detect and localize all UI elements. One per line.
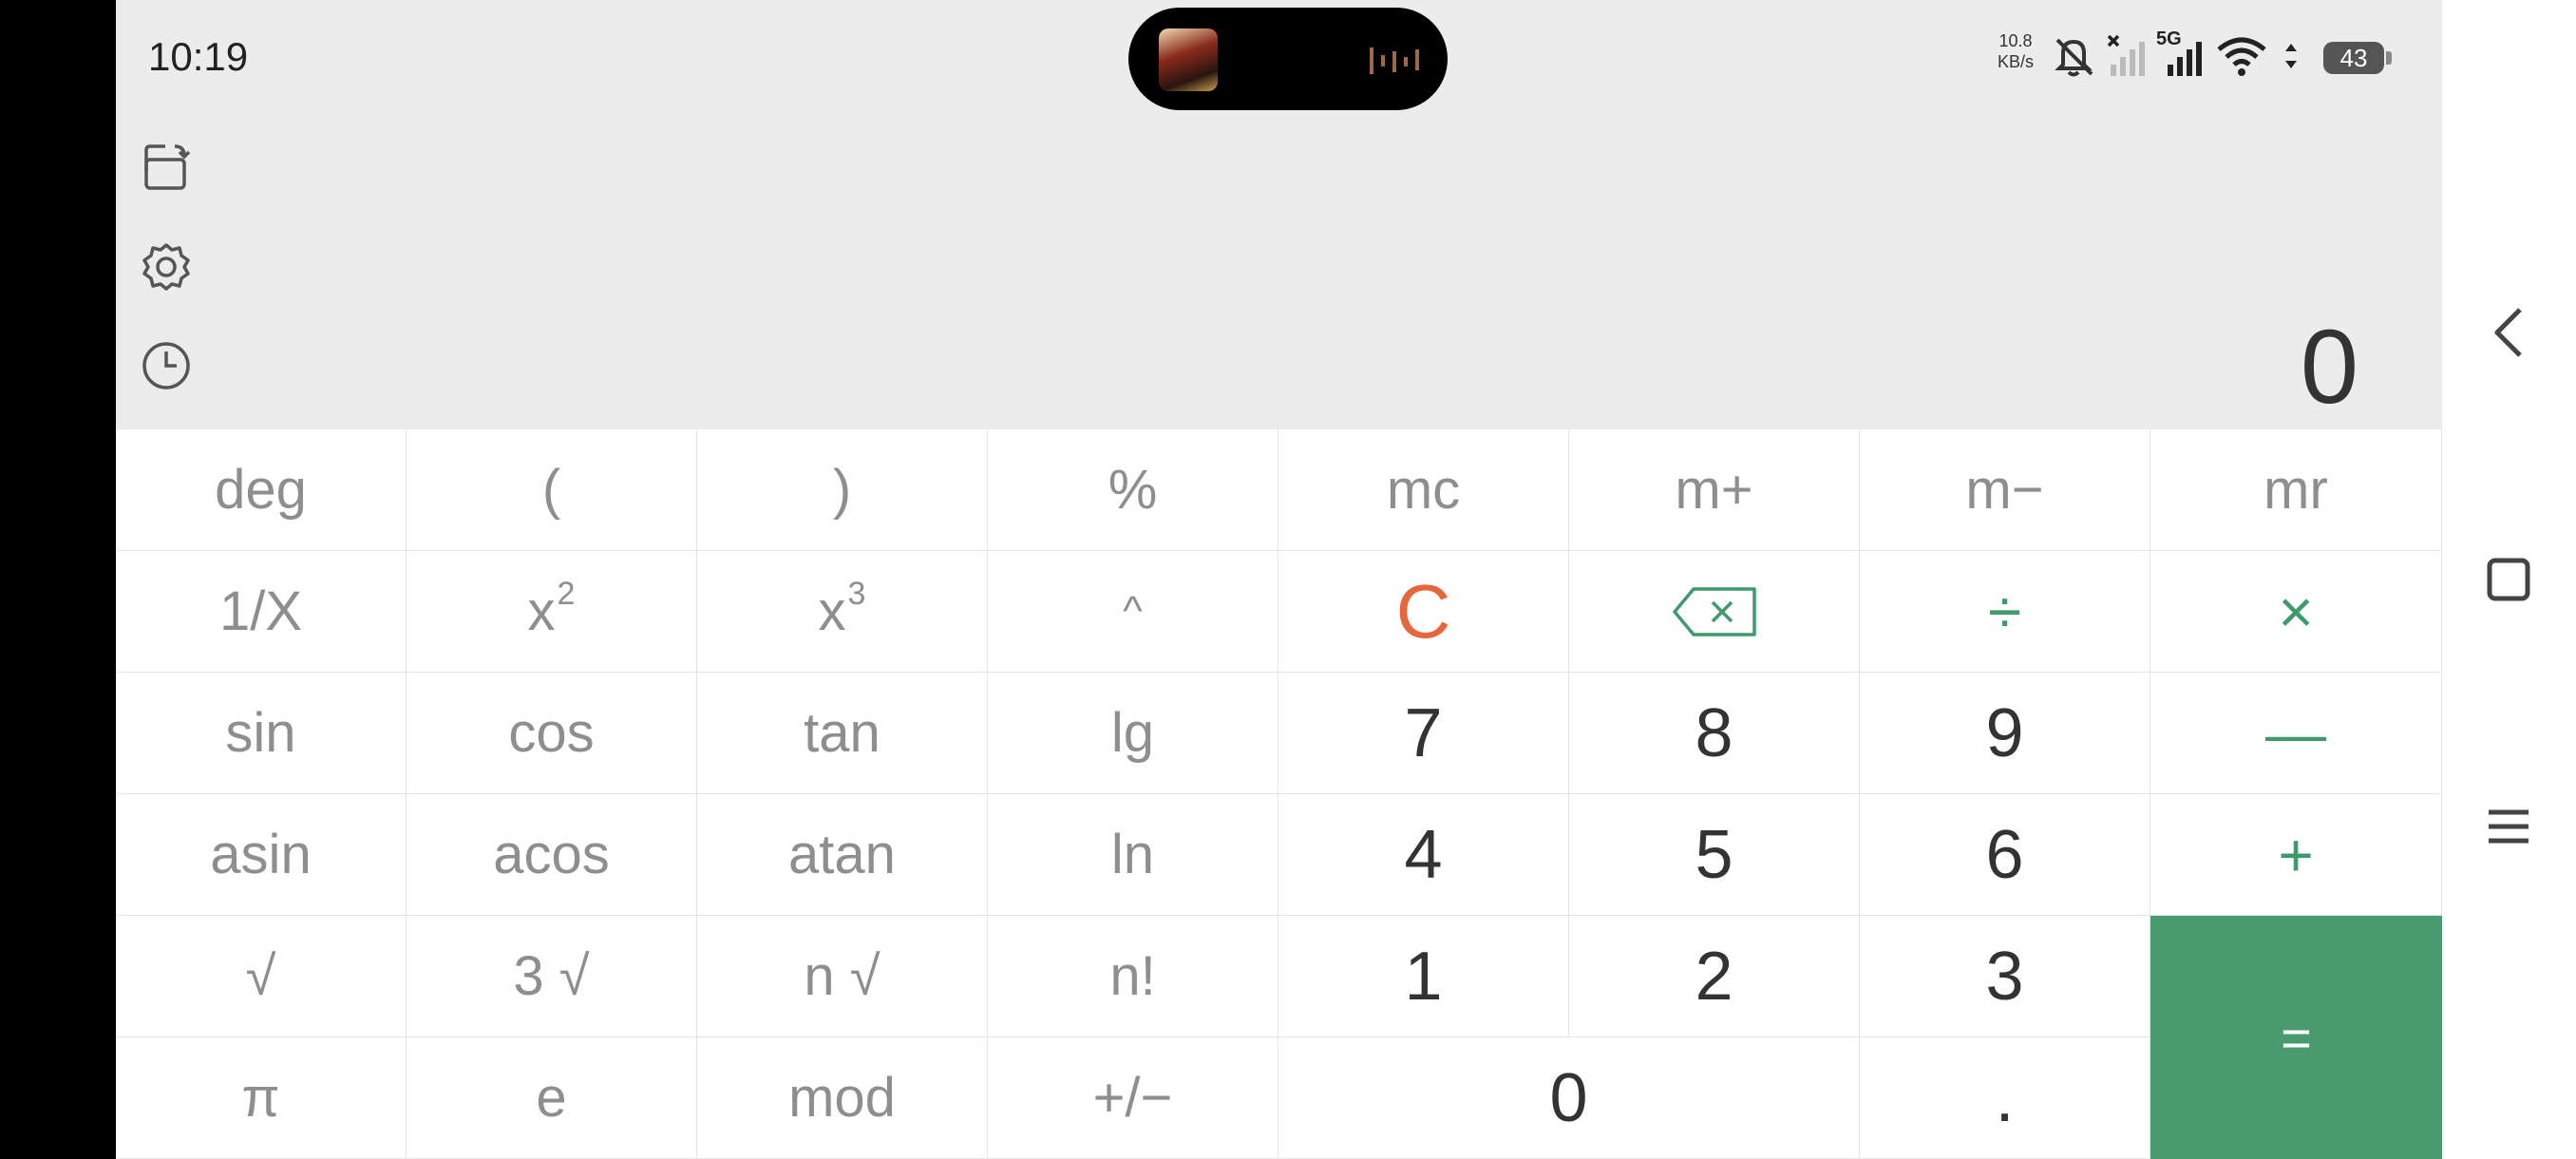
cube-base: x <box>818 580 846 642</box>
factorial-button[interactable]: n! <box>988 916 1279 1037</box>
digit-5-button[interactable]: 5 <box>1569 794 1860 916</box>
digit-6-button[interactable]: 6 <box>1860 794 2150 916</box>
power-button[interactable]: ^ <box>988 551 1279 673</box>
signal-sim1-icon <box>2107 34 2145 76</box>
square-exponent: 2 <box>557 576 576 612</box>
open-paren-button[interactable]: ( <box>407 429 697 551</box>
mod-button[interactable]: mod <box>697 1037 988 1159</box>
net-speed-value: 10.8 <box>1998 31 2033 50</box>
wifi-icon <box>2217 37 2266 76</box>
net-speed: 10.8 KB/s <box>1987 30 2044 72</box>
nav-recents-button[interactable] <box>2480 798 2537 855</box>
atan-button[interactable]: atan <box>697 794 988 916</box>
divide-button[interactable]: ÷ <box>1860 551 2150 673</box>
asin-button[interactable]: asin <box>116 794 407 916</box>
menu-icon <box>2489 809 2529 844</box>
tan-button[interactable]: tan <box>697 673 988 794</box>
sign-toggle-button[interactable]: +/− <box>988 1037 1279 1159</box>
status-icons: 10.8 KB/s 5G 43 <box>1987 28 2424 86</box>
multiply-button[interactable]: × <box>2150 551 2442 673</box>
data-transfer-icon <box>2285 44 2297 68</box>
dynamic-island[interactable] <box>1128 8 1448 110</box>
signal-sim2-icon <box>2168 42 2202 76</box>
close-paren-button[interactable]: ) <box>697 429 988 551</box>
nav-back-button[interactable] <box>2480 304 2537 361</box>
media-thumbnail <box>1159 28 1218 91</box>
digit-3-button[interactable]: 3 <box>1860 916 2150 1037</box>
rotate-screen-icon[interactable] <box>141 142 192 194</box>
memory-subtract-button[interactable]: m− <box>1860 429 2150 551</box>
backspace-button[interactable] <box>1569 551 1860 673</box>
square-button[interactable]: x2 <box>407 551 697 673</box>
reciprocal-button[interactable]: 1/X <box>116 551 407 673</box>
lg-button[interactable]: lg <box>988 673 1279 794</box>
digit-8-button[interactable]: 8 <box>1569 673 1860 794</box>
add-button[interactable]: + <box>2150 794 2442 916</box>
sin-button[interactable]: sin <box>116 673 407 794</box>
net-speed-unit: KB/s <box>1997 52 2034 71</box>
digit-2-button[interactable]: 2 <box>1569 916 1860 1037</box>
digit-9-button[interactable]: 9 <box>1860 673 2150 794</box>
calculator-app: 10:19 10.8 KB/s 5G 43 0 deg () % mc m+ … <box>116 0 2442 1159</box>
cube-root-button[interactable]: 3 √ <box>407 916 697 1037</box>
memory-add-button[interactable]: m+ <box>1569 429 1860 551</box>
gear-icon[interactable] <box>141 241 192 293</box>
percent-button[interactable]: % <box>988 429 1279 551</box>
bell-muted-icon <box>2055 38 2093 77</box>
deg-button[interactable]: deg <box>116 429 407 551</box>
display-area: 10:19 10.8 KB/s 5G 43 0 <box>116 0 2442 429</box>
sqrt-button[interactable]: √ <box>116 916 407 1037</box>
square-base: x <box>527 580 556 642</box>
subtract-button[interactable]: — <box>2150 673 2442 794</box>
chevron-left-icon <box>2494 308 2522 357</box>
backspace-icon <box>1672 586 1756 636</box>
battery-indicator: 43 <box>2323 42 2384 74</box>
equals-button[interactable]: = <box>2150 916 2442 1159</box>
cube-exponent: 3 <box>847 576 866 612</box>
digit-7-button[interactable]: 7 <box>1279 673 1569 794</box>
euler-button[interactable]: e <box>407 1037 697 1159</box>
pi-button[interactable]: π <box>116 1037 407 1159</box>
ln-button[interactable]: ln <box>988 794 1279 916</box>
left-black-bezel <box>0 0 116 1159</box>
nav-home-button[interactable] <box>2480 551 2537 608</box>
status-time: 10:19 <box>148 34 249 79</box>
acos-button[interactable]: acos <box>407 794 697 916</box>
digit-4-button[interactable]: 4 <box>1279 794 1569 916</box>
navigation-bar <box>2442 0 2576 1159</box>
memory-clear-button[interactable]: mc <box>1279 429 1569 551</box>
clock-icon[interactable] <box>141 340 192 391</box>
memory-recall-button[interactable]: mr <box>2150 429 2442 551</box>
cos-button[interactable]: cos <box>407 673 697 794</box>
clear-button[interactable]: C <box>1279 551 1569 673</box>
cube-button[interactable]: x3 <box>697 551 988 673</box>
square-icon <box>2487 558 2530 601</box>
nth-root-button[interactable]: n √ <box>697 916 988 1037</box>
decimal-button[interactable]: . <box>1860 1037 2150 1159</box>
audio-wave-icon <box>1370 48 1419 74</box>
digit-0-button[interactable]: 0 <box>1279 1037 1860 1159</box>
keypad: deg ( ) % mc m+ m− mr 1/X x2 x3 ^ C ÷ × … <box>116 429 2442 1159</box>
digit-1-button[interactable]: 1 <box>1279 916 1569 1037</box>
display-value: 0 <box>2300 309 2358 426</box>
battery-tip <box>2386 51 2392 65</box>
